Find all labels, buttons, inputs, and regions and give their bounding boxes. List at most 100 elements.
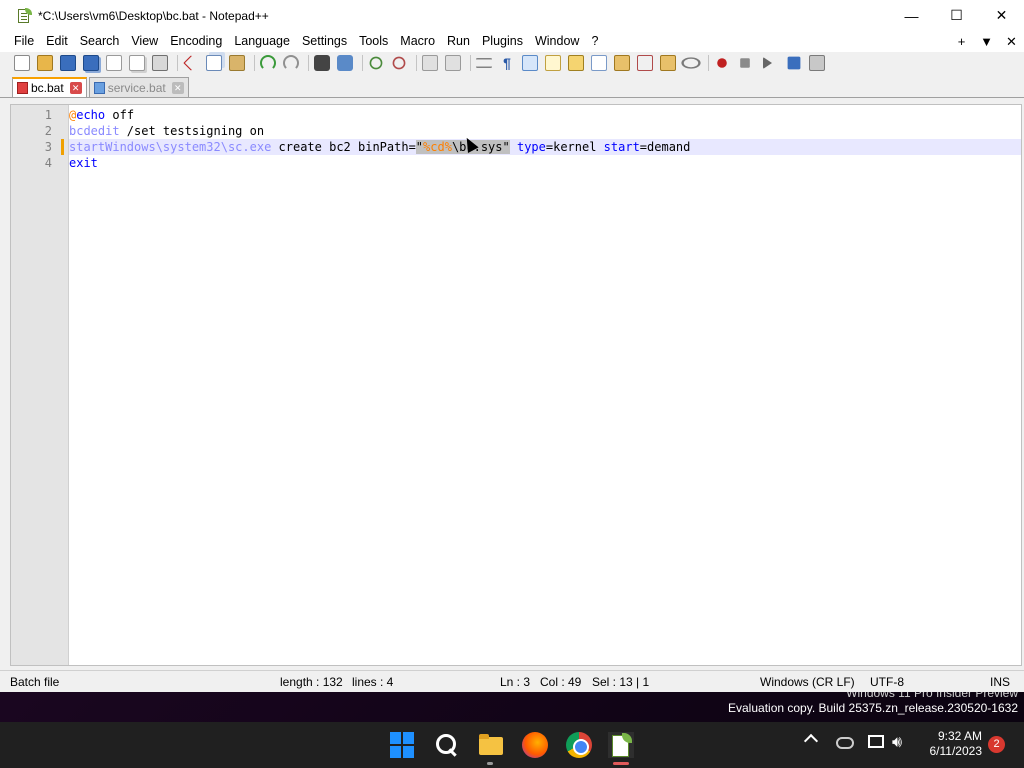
close-all-icon[interactable] <box>129 55 145 71</box>
menu-encoding[interactable]: Encoding <box>164 31 228 52</box>
doc-map-icon[interactable] <box>568 55 584 71</box>
code-line-current[interactable]: startWindows\system32\sc.exe create bc2 … <box>69 139 1021 155</box>
tab-close-icon[interactable]: ✕ <box>171 81 184 94</box>
word-wrap-icon[interactable] <box>476 58 492 68</box>
window-title: *C:\Users\vm6\Desktop\bc.bat - Notepad++ <box>38 8 269 23</box>
status-col: Col : 49 <box>540 675 582 689</box>
status-encoding[interactable]: UTF-8 <box>870 675 904 689</box>
menu-language[interactable]: Language <box>228 31 296 52</box>
user-lang-icon[interactable] <box>545 55 561 71</box>
monitoring-icon[interactable] <box>681 57 701 69</box>
firefox-icon[interactable] <box>522 732 548 758</box>
save-all-icon[interactable] <box>83 55 99 71</box>
line-number: 3 <box>11 139 68 155</box>
find-icon[interactable] <box>314 55 330 71</box>
menu-edit[interactable]: Edit <box>40 31 74 52</box>
volume-icon[interactable]: 🔊︎ <box>892 735 902 768</box>
menu-plugins[interactable]: Plugins <box>476 31 529 52</box>
notepadpp-app-icon[interactable] <box>16 7 32 24</box>
paste-icon[interactable] <box>229 55 245 71</box>
code-area[interactable]: @echo off bcdedit /set testsigning on st… <box>69 105 1021 665</box>
menu-tools[interactable]: Tools <box>353 31 394 52</box>
notepadpp-icon[interactable] <box>608 732 634 758</box>
sync-scroll-h-icon[interactable] <box>445 55 461 71</box>
redo-icon[interactable] <box>283 55 299 71</box>
menu-view[interactable]: View <box>125 31 164 52</box>
playback-macro-icon[interactable] <box>763 57 772 69</box>
onedrive-cloud-icon[interactable] <box>836 737 854 749</box>
new-tab-plus-icon[interactable]: + <box>949 34 974 49</box>
notification-badge[interactable]: 2 <box>988 736 1005 753</box>
menu-help[interactable]: ? <box>585 31 604 52</box>
tab-close-icon[interactable]: ✕ <box>69 82 82 94</box>
menu-window[interactable]: Window <box>529 31 585 52</box>
menu-macro[interactable]: Macro <box>394 31 441 52</box>
copy-icon[interactable] <box>206 55 222 71</box>
open-file-icon[interactable] <box>37 55 53 71</box>
save-macro-icon[interactable] <box>809 55 825 71</box>
status-mode[interactable]: INS <box>990 675 1010 689</box>
undo-icon[interactable] <box>260 55 276 71</box>
toolbar-separator <box>362 55 363 71</box>
status-sel: Sel : 13 | 1 <box>592 675 650 689</box>
project-panel-icon[interactable] <box>660 55 676 71</box>
clock-date: 6/11/2023 <box>929 744 983 758</box>
toolbar-separator <box>470 55 471 71</box>
maximize-button[interactable]: ☐ <box>934 0 979 31</box>
tab-bc-bat[interactable]: bc.bat ✕ <box>12 77 87 97</box>
stop-record-icon[interactable] <box>740 58 750 68</box>
menu-search[interactable]: Search <box>74 31 126 52</box>
document-list-icon[interactable] <box>637 55 653 71</box>
file-explorer-icon[interactable] <box>478 732 504 758</box>
code-line[interactable]: bcdedit /set testsigning on <box>69 123 1021 139</box>
cut-icon[interactable] <box>183 55 199 71</box>
code-token: =demand <box>639 140 691 154</box>
code-line[interactable]: @echo off <box>69 107 1021 123</box>
indent-guide-icon[interactable] <box>522 55 538 71</box>
show-all-chars-icon[interactable]: ¶ <box>499 55 515 71</box>
code-line[interactable]: exit <box>69 155 1021 171</box>
new-file-icon[interactable] <box>14 55 30 71</box>
watermark-build: Evaluation copy. Build 25375.zn_release.… <box>728 701 1018 715</box>
menu-run[interactable]: Run <box>441 31 476 52</box>
close-window-button[interactable]: ✕ <box>979 0 1024 31</box>
chrome-icon[interactable] <box>566 732 592 758</box>
toolbar-separator <box>708 55 709 71</box>
zoom-in-icon[interactable] <box>369 56 383 70</box>
title-bar[interactable]: *C:\Users\vm6\Desktop\bc.bat - Notepad++… <box>0 0 1024 31</box>
line-number: 2 <box>44 124 52 138</box>
zoom-out-icon[interactable] <box>392 56 406 70</box>
print-icon[interactable] <box>152 55 168 71</box>
folder-workspace-icon[interactable] <box>614 55 630 71</box>
close-doc-icon[interactable]: ✕ <box>999 34 1024 50</box>
menu-settings[interactable]: Settings <box>296 31 353 52</box>
search-icon[interactable] <box>434 732 460 758</box>
explorer-running-indicator <box>487 762 493 765</box>
window-controls: — ☐ ✕ <box>889 0 1024 31</box>
line-number-gutter[interactable]: 1 2 3 4 <box>11 105 69 665</box>
save-icon[interactable] <box>60 55 76 71</box>
code-token: type <box>516 140 546 154</box>
status-eol[interactable]: Windows (CR LF) <box>760 675 855 689</box>
close-icon[interactable] <box>106 55 122 71</box>
system-clock[interactable]: 9:32 AM 6/11/2023 <box>912 729 983 759</box>
menu-bar: File Edit Search View Encoding Language … <box>0 31 1024 52</box>
tab-list-dropdown-icon[interactable]: ▼ <box>974 34 999 49</box>
start-icon[interactable] <box>390 732 416 758</box>
replace-icon[interactable] <box>337 55 353 71</box>
status-bar: Batch file length : 132 lines : 4 Ln : 3… <box>0 670 1024 692</box>
status-lines: lines : 4 <box>352 675 394 689</box>
minimize-button[interactable]: — <box>889 0 934 31</box>
tab-label: service.bat <box>107 80 166 95</box>
sync-scroll-icon[interactable] <box>422 55 438 71</box>
function-list-icon[interactable] <box>591 55 607 71</box>
text-editor[interactable]: 1 2 3 4 @echo off bcdedit /set testsigni… <box>10 104 1022 666</box>
show-hidden-icons-chevron-icon[interactable] <box>803 733 819 749</box>
menu-file[interactable]: File <box>8 31 40 52</box>
code-token: start <box>603 140 640 154</box>
tab-service-bat[interactable]: service.bat ✕ <box>88 77 189 97</box>
record-macro-icon[interactable] <box>717 58 727 68</box>
run-macro-multiple-icon[interactable] <box>787 56 801 70</box>
main-toolbar: ¶ <box>0 52 1024 74</box>
network-icon[interactable] <box>868 735 884 748</box>
